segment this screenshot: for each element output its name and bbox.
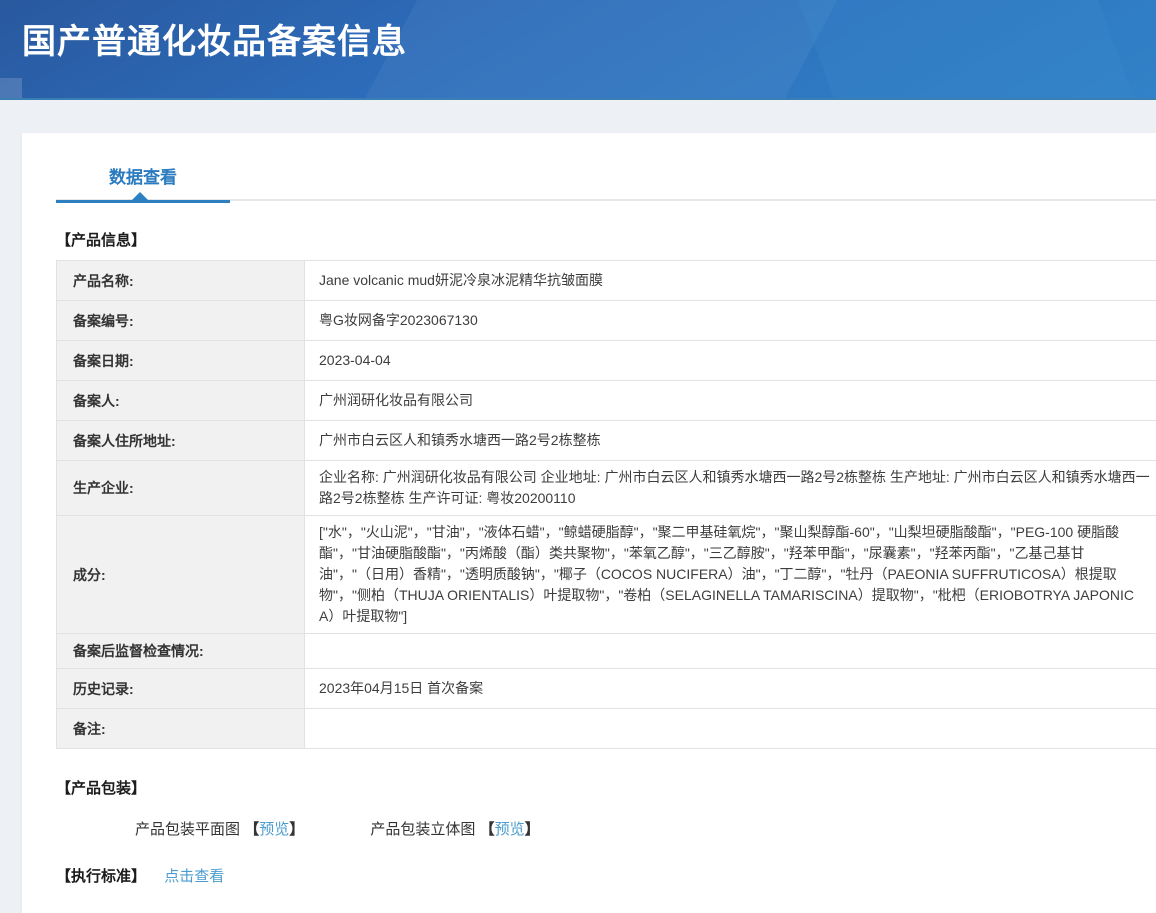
header-decor-shape [0,78,22,98]
table-row-manufacturer: 生产企业: 企业名称: 广州润研化妆品有限公司 企业地址: 广州市白云区人和镇秀… [57,461,1156,516]
table-row-remarks: 备注: [57,709,1156,749]
package-preview-row: 产品包装平面图 【预览】 产品包装立体图 【预览】 [135,818,1156,839]
product-info-table: 产品名称: Jane volcanic mud妍泥冷泉冰泥精华抗皱面膜 备案编号… [56,260,1156,749]
section-title-product-package: 【产品包装】 [56,777,1156,798]
main-area: 数据查看 【产品信息】 产品名称: Jane volcanic mud妍泥冷泉冰… [0,100,1156,913]
row-label: 备案后监督检查情况: [57,634,305,669]
tab-data-view[interactable]: 数据查看 [56,163,230,188]
table-row-registrant: 备案人: 广州润研化妆品有限公司 [57,381,1156,421]
bracket-open: 【 [244,821,259,838]
table-row-record-number: 备案编号: 粤G妆网备字2023067130 [57,301,1156,341]
row-label: 备案人住所地址: [57,421,305,461]
tab-bar: 数据查看 [56,163,1156,201]
bracket-open: 【 [480,821,495,838]
row-value [305,709,1156,749]
bracket-close: 】 [289,821,304,838]
row-value: 2023-04-04 [305,341,1156,381]
tab-data-view-label: 数据查看 [109,168,177,187]
bracket-close: 】 [525,821,540,838]
table-row-supervision: 备案后监督检查情况: [57,634,1156,669]
package-stereo-preview-link[interactable]: 预览 [495,821,525,838]
table-row-product-name: 产品名称: Jane volcanic mud妍泥冷泉冰泥精华抗皱面膜 [57,261,1156,301]
table-row-history: 历史记录: 2023年04月15日 首次备案 [57,669,1156,709]
exec-standard-row: 【执行标准】 点击查看 [56,865,1156,886]
row-value: Jane volcanic mud妍泥冷泉冰泥精华抗皱面膜 [305,261,1156,301]
row-value: 广州市白云区人和镇秀水塘西一路2号2栋整栋 [305,421,1156,461]
row-label: 产品名称: [57,261,305,301]
package-flat-group: 产品包装平面图 【预览】 [135,821,308,838]
row-label: 备案人: [57,381,305,421]
table-row-record-date: 备案日期: 2023-04-04 [57,341,1156,381]
package-flat-label: 产品包装平面图 [135,821,240,838]
row-label: 备注: [57,709,305,749]
row-label: 成分: [57,516,305,634]
row-label: 备案编号: [57,301,305,341]
row-label: 备案日期: [57,341,305,381]
row-value: 广州润研化妆品有限公司 [305,381,1156,421]
page-header: 国产普通化妆品备案信息 [0,0,1156,100]
table-row-registrant-address: 备案人住所地址: 广州市白云区人和镇秀水塘西一路2号2栋整栋 [57,421,1156,461]
row-value: ["水"，"火山泥"，"甘油"，"液体石蜡"，"鲸蜡硬脂醇"，"聚二甲基硅氧烷"… [305,516,1156,634]
exec-standard-view-link[interactable]: 点击查看 [164,868,224,885]
content-card: 数据查看 【产品信息】 产品名称: Jane volcanic mud妍泥冷泉冰… [22,133,1156,913]
row-label: 历史记录: [57,669,305,709]
row-value [305,634,1156,669]
page-title: 国产普通化妆品备案信息 [0,0,1156,63]
row-value: 粤G妆网备字2023067130 [305,301,1156,341]
table-row-ingredients: 成分: ["水"，"火山泥"，"甘油"，"液体石蜡"，"鲸蜡硬脂醇"，"聚二甲基… [57,516,1156,634]
row-label: 生产企业: [57,461,305,516]
row-value: 2023年04月15日 首次备案 [305,669,1156,709]
row-value: 企业名称: 广州润研化妆品有限公司 企业地址: 广州市白云区人和镇秀水塘西一路2… [305,461,1156,516]
package-stereo-group: 产品包装立体图 【预览】 [370,821,539,838]
section-title-exec-standard: 【执行标准】 [56,865,146,886]
tab-active-pointer-icon [131,192,149,201]
package-stereo-label: 产品包装立体图 [370,821,475,838]
package-flat-preview-link[interactable]: 预览 [259,821,289,838]
section-title-product-info: 【产品信息】 [56,229,1156,250]
